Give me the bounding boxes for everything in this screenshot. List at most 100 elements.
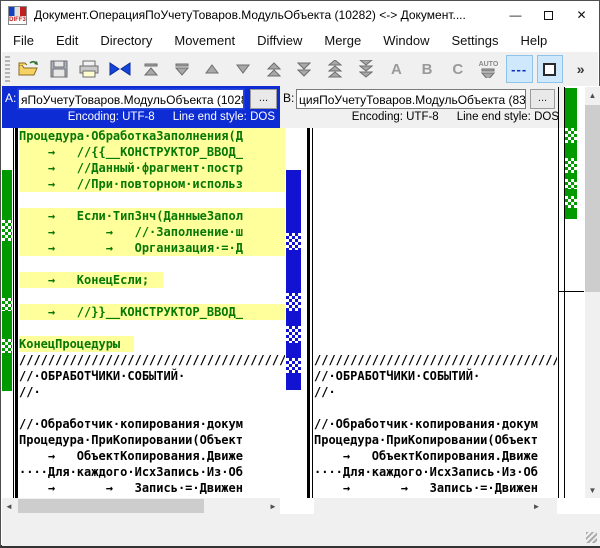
vertical-scrollbar-thumb[interactable] xyxy=(585,105,600,292)
menu-item-diffview[interactable]: Diffview xyxy=(246,29,313,52)
title-bar[interactable]: DIFF3 Документ.ОперацияПоУчетуТоваров.Мо… xyxy=(2,1,598,29)
code-line[interactable]: //·Обработчик·копирования·докум xyxy=(19,416,285,432)
code-line[interactable]: → Если·ТипЗнч(ДанныеЗапол xyxy=(19,208,285,224)
code-line[interactable] xyxy=(314,272,557,288)
toolbar-grip[interactable] xyxy=(5,56,10,82)
scroll-right-button[interactable]: ► xyxy=(529,498,544,514)
select-line-b-button[interactable]: B xyxy=(414,55,441,83)
go-first-delta-button[interactable] xyxy=(138,55,165,83)
resize-grip[interactable] xyxy=(586,532,597,543)
menu-item-directory[interactable]: Directory xyxy=(89,29,163,52)
auto-advance-button[interactable]: AUTO xyxy=(475,55,502,83)
code-line[interactable] xyxy=(314,304,557,320)
next-conflict-button[interactable] xyxy=(291,55,318,83)
pane-a-text[interactable]: Процедура·ОбработкаЗаполнения(Д → //{{__… xyxy=(19,128,285,498)
scroll-down-button[interactable]: ▼ xyxy=(585,482,600,498)
code-line[interactable]: → //{{__КОНСТРУКТОР_ВВОД_ xyxy=(19,144,285,160)
pane-b-filename-field[interactable]: цияПоУчетуТоваров.МодульОбъекта (8314) xyxy=(296,89,526,109)
open-file-button[interactable] xyxy=(15,55,42,83)
code-line[interactable] xyxy=(314,256,557,272)
go-current-delta-button[interactable] xyxy=(107,55,134,83)
pane-a-horizontal-scrollbar[interactable]: ◄ ► xyxy=(2,498,280,514)
pane-splitter[interactable] xyxy=(307,128,310,498)
pane-b-text[interactable]: ////////////////////////////////////////… xyxy=(314,128,557,498)
code-line[interactable]: ····Для·каждого·ИсхЗапись·Из·Об xyxy=(314,464,557,480)
save-button[interactable] xyxy=(45,55,72,83)
code-line[interactable]: → → //·Заполнение·ш xyxy=(19,224,285,240)
code-line[interactable] xyxy=(314,240,557,256)
code-line[interactable] xyxy=(314,160,557,176)
go-last-delta-button[interactable] xyxy=(168,55,195,83)
code-line[interactable] xyxy=(314,192,557,208)
diff-strip-segment xyxy=(565,143,577,158)
code-line[interactable] xyxy=(19,192,285,208)
next-delta-button[interactable] xyxy=(230,55,257,83)
maximize-button[interactable] xyxy=(532,1,565,29)
code-line[interactable] xyxy=(314,400,557,416)
close-button[interactable]: ✕ xyxy=(565,1,598,29)
code-line[interactable]: → //Данный·фрагмент·постр xyxy=(19,160,285,176)
code-line[interactable]: → → Организация·=·Д xyxy=(19,240,285,256)
code-line[interactable] xyxy=(314,224,557,240)
code-line[interactable]: ////////////////////////////////////// xyxy=(314,352,557,368)
pane-a-browse-button[interactable]: ... xyxy=(250,89,277,109)
code-line[interactable]: Процедура·ПриКопировании(Объект xyxy=(314,432,557,448)
pane-b-browse-button[interactable]: ... xyxy=(530,89,555,109)
scroll-right-button[interactable]: ► xyxy=(266,498,280,514)
code-line[interactable] xyxy=(19,320,285,336)
code-line[interactable] xyxy=(314,208,557,224)
next-unsolved-conflict-button[interactable] xyxy=(352,55,379,83)
menu-item-file[interactable]: File xyxy=(2,29,45,52)
code-line[interactable]: → ОбъектКопирования.Движе xyxy=(19,448,285,464)
select-line-c-button[interactable]: C xyxy=(444,55,471,83)
diff-strip-segment xyxy=(286,343,301,358)
code-line[interactable]: → → Запись·=·Движен xyxy=(19,480,285,496)
code-line[interactable]: → → Запись·=·Движен xyxy=(314,480,557,496)
code-line[interactable] xyxy=(314,288,557,304)
pane-a-filename-field[interactable]: яПоУчетуТоваров.МодульОбъекта (10282) xyxy=(18,89,244,109)
code-line[interactable] xyxy=(314,144,557,160)
code-line[interactable] xyxy=(19,288,285,304)
menu-item-window[interactable]: Window xyxy=(372,29,440,52)
code-line[interactable] xyxy=(314,176,557,192)
code-line[interactable]: ////////////////////////////////////// xyxy=(19,352,285,368)
print-button[interactable] xyxy=(76,55,103,83)
show-linenumbers-toggle[interactable] xyxy=(537,55,564,83)
overview-column[interactable] xyxy=(564,87,577,498)
code-line[interactable]: → КонецЕсли; xyxy=(19,272,285,288)
code-line[interactable]: КонецПроцедуры xyxy=(19,336,285,352)
code-line[interactable]: //·Обработчик·копирования·докум xyxy=(314,416,557,432)
code-line[interactable]: Процедура·ОбработкаЗаполнения(Д xyxy=(19,128,285,144)
code-line[interactable]: //·ОБРАБОТЧИКИ·СОБЫТИЙ· xyxy=(19,368,285,384)
code-line[interactable] xyxy=(314,128,557,144)
menu-item-help[interactable]: Help xyxy=(509,29,558,52)
pane-a-hscroll-thumb[interactable] xyxy=(18,499,204,513)
prev-unsolved-conflict-button[interactable] xyxy=(322,55,349,83)
pane-b-horizontal-scrollbar[interactable]: ► xyxy=(314,498,557,514)
toolbar-overflow-button[interactable]: » xyxy=(567,55,594,83)
select-line-a-button[interactable]: A xyxy=(383,55,410,83)
code-line[interactable]: //· xyxy=(314,384,557,400)
minimize-button[interactable]: — xyxy=(499,1,532,29)
menu-item-merge[interactable]: Merge xyxy=(313,29,372,52)
code-line[interactable] xyxy=(19,400,285,416)
code-line[interactable]: //·ОБРАБОТЧИКИ·СОБЫТИЙ· xyxy=(314,368,557,384)
code-line[interactable]: → ОбъектКопирования.Движе xyxy=(314,448,557,464)
code-line[interactable] xyxy=(314,336,557,352)
code-line[interactable] xyxy=(314,320,557,336)
scroll-left-button[interactable]: ◄ xyxy=(2,498,16,514)
menu-item-movement[interactable]: Movement xyxy=(163,29,246,52)
show-whitespace-toggle[interactable]: --- xyxy=(506,55,533,83)
code-line[interactable]: Процедура·ПриКопировании(Объект xyxy=(19,432,285,448)
menu-item-edit[interactable]: Edit xyxy=(45,29,89,52)
code-line[interactable]: → //При·повторном·использ xyxy=(19,176,285,192)
code-line[interactable]: ····Для·каждого·ИсхЗапись·Из·Об xyxy=(19,464,285,480)
code-line[interactable] xyxy=(19,256,285,272)
code-line[interactable]: → //}}__КОНСТРУКТОР_ВВОД_ xyxy=(19,304,285,320)
code-line[interactable]: //· xyxy=(19,384,285,400)
vertical-scrollbar[interactable]: ▲ ▼ xyxy=(585,87,600,498)
prev-delta-button[interactable] xyxy=(199,55,226,83)
scroll-up-button[interactable]: ▲ xyxy=(585,87,600,103)
prev-conflict-button[interactable] xyxy=(260,55,287,83)
menu-item-settings[interactable]: Settings xyxy=(440,29,509,52)
